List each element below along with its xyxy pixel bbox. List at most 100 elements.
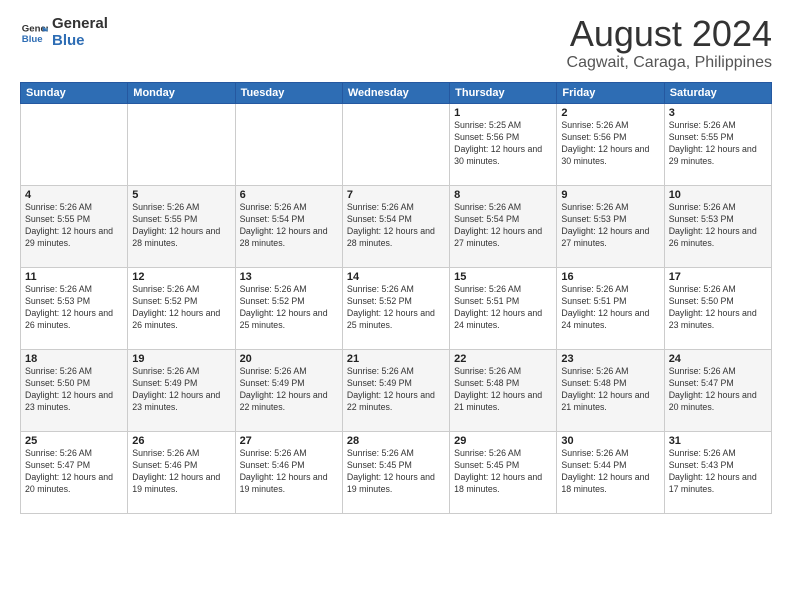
calendar-cell: 22Sunrise: 5:26 AM Sunset: 5:48 PM Dayli… (450, 350, 557, 432)
calendar-header: Sunday Monday Tuesday Wednesday Thursday… (21, 83, 772, 104)
day-number: 28 (347, 435, 445, 447)
calendar-cell: 18Sunrise: 5:26 AM Sunset: 5:50 PM Dayli… (21, 350, 128, 432)
day-info: Sunrise: 5:26 AM Sunset: 5:54 PM Dayligh… (347, 202, 445, 250)
day-info: Sunrise: 5:26 AM Sunset: 5:53 PM Dayligh… (669, 202, 767, 250)
title-block: August 2024 Cagwait, Caraga, Philippines (567, 16, 772, 72)
logo: General Blue General Blue (20, 16, 108, 49)
day-info: Sunrise: 5:26 AM Sunset: 5:53 PM Dayligh… (25, 284, 123, 332)
logo-general: General (52, 16, 108, 33)
week-row-3: 18Sunrise: 5:26 AM Sunset: 5:50 PM Dayli… (21, 350, 772, 432)
calendar-cell: 16Sunrise: 5:26 AM Sunset: 5:51 PM Dayli… (557, 268, 664, 350)
calendar-cell: 30Sunrise: 5:26 AM Sunset: 5:44 PM Dayli… (557, 432, 664, 514)
calendar-cell: 1Sunrise: 5:25 AM Sunset: 5:56 PM Daylig… (450, 104, 557, 186)
col-tuesday: Tuesday (235, 83, 342, 104)
day-number: 3 (669, 107, 767, 119)
day-number: 2 (561, 107, 659, 119)
main-title: August 2024 (567, 16, 772, 52)
day-info: Sunrise: 5:26 AM Sunset: 5:47 PM Dayligh… (25, 448, 123, 496)
day-number: 26 (132, 435, 230, 447)
day-number: 15 (454, 271, 552, 283)
day-info: Sunrise: 5:26 AM Sunset: 5:47 PM Dayligh… (669, 366, 767, 414)
day-info: Sunrise: 5:26 AM Sunset: 5:55 PM Dayligh… (669, 120, 767, 168)
calendar-cell: 6Sunrise: 5:26 AM Sunset: 5:54 PM Daylig… (235, 186, 342, 268)
day-number: 27 (240, 435, 338, 447)
day-info: Sunrise: 5:26 AM Sunset: 5:48 PM Dayligh… (561, 366, 659, 414)
col-sunday: Sunday (21, 83, 128, 104)
day-number: 30 (561, 435, 659, 447)
svg-text:Blue: Blue (22, 33, 43, 44)
day-number: 9 (561, 189, 659, 201)
day-info: Sunrise: 5:26 AM Sunset: 5:44 PM Dayligh… (561, 448, 659, 496)
day-info: Sunrise: 5:26 AM Sunset: 5:51 PM Dayligh… (561, 284, 659, 332)
calendar-cell (21, 104, 128, 186)
day-info: Sunrise: 5:26 AM Sunset: 5:52 PM Dayligh… (132, 284, 230, 332)
day-info: Sunrise: 5:26 AM Sunset: 5:51 PM Dayligh… (454, 284, 552, 332)
calendar-cell: 29Sunrise: 5:26 AM Sunset: 5:45 PM Dayli… (450, 432, 557, 514)
calendar-cell: 8Sunrise: 5:26 AM Sunset: 5:54 PM Daylig… (450, 186, 557, 268)
day-number: 6 (240, 189, 338, 201)
calendar-cell: 2Sunrise: 5:26 AM Sunset: 5:56 PM Daylig… (557, 104, 664, 186)
day-info: Sunrise: 5:26 AM Sunset: 5:48 PM Dayligh… (454, 366, 552, 414)
calendar-cell: 19Sunrise: 5:26 AM Sunset: 5:49 PM Dayli… (128, 350, 235, 432)
calendar-cell: 12Sunrise: 5:26 AM Sunset: 5:52 PM Dayli… (128, 268, 235, 350)
calendar-cell: 14Sunrise: 5:26 AM Sunset: 5:52 PM Dayli… (342, 268, 449, 350)
calendar-cell: 11Sunrise: 5:26 AM Sunset: 5:53 PM Dayli… (21, 268, 128, 350)
subtitle: Cagwait, Caraga, Philippines (567, 54, 772, 72)
calendar-cell: 20Sunrise: 5:26 AM Sunset: 5:49 PM Dayli… (235, 350, 342, 432)
day-info: Sunrise: 5:26 AM Sunset: 5:55 PM Dayligh… (132, 202, 230, 250)
day-number: 19 (132, 353, 230, 365)
calendar-cell: 23Sunrise: 5:26 AM Sunset: 5:48 PM Dayli… (557, 350, 664, 432)
day-number: 12 (132, 271, 230, 283)
day-info: Sunrise: 5:26 AM Sunset: 5:50 PM Dayligh… (25, 366, 123, 414)
calendar-cell: 7Sunrise: 5:26 AM Sunset: 5:54 PM Daylig… (342, 186, 449, 268)
calendar-body: 1Sunrise: 5:25 AM Sunset: 5:56 PM Daylig… (21, 104, 772, 514)
day-number: 25 (25, 435, 123, 447)
calendar-cell: 21Sunrise: 5:26 AM Sunset: 5:49 PM Dayli… (342, 350, 449, 432)
day-info: Sunrise: 5:26 AM Sunset: 5:54 PM Dayligh… (454, 202, 552, 250)
day-number: 4 (25, 189, 123, 201)
logo-blue: Blue (52, 33, 108, 50)
day-info: Sunrise: 5:26 AM Sunset: 5:56 PM Dayligh… (561, 120, 659, 168)
day-number: 21 (347, 353, 445, 365)
col-monday: Monday (128, 83, 235, 104)
day-number: 22 (454, 353, 552, 365)
day-info: Sunrise: 5:26 AM Sunset: 5:43 PM Dayligh… (669, 448, 767, 496)
day-number: 24 (669, 353, 767, 365)
day-number: 1 (454, 107, 552, 119)
calendar-cell: 25Sunrise: 5:26 AM Sunset: 5:47 PM Dayli… (21, 432, 128, 514)
day-number: 5 (132, 189, 230, 201)
calendar-cell: 28Sunrise: 5:26 AM Sunset: 5:45 PM Dayli… (342, 432, 449, 514)
calendar-cell: 9Sunrise: 5:26 AM Sunset: 5:53 PM Daylig… (557, 186, 664, 268)
day-info: Sunrise: 5:26 AM Sunset: 5:55 PM Dayligh… (25, 202, 123, 250)
col-wednesday: Wednesday (342, 83, 449, 104)
day-number: 20 (240, 353, 338, 365)
day-number: 13 (240, 271, 338, 283)
day-info: Sunrise: 5:26 AM Sunset: 5:52 PM Dayligh… (347, 284, 445, 332)
day-info: Sunrise: 5:25 AM Sunset: 5:56 PM Dayligh… (454, 120, 552, 168)
calendar-cell (235, 104, 342, 186)
calendar-cell: 4Sunrise: 5:26 AM Sunset: 5:55 PM Daylig… (21, 186, 128, 268)
calendar-cell: 31Sunrise: 5:26 AM Sunset: 5:43 PM Dayli… (664, 432, 771, 514)
day-number: 16 (561, 271, 659, 283)
calendar-cell: 5Sunrise: 5:26 AM Sunset: 5:55 PM Daylig… (128, 186, 235, 268)
calendar-cell: 27Sunrise: 5:26 AM Sunset: 5:46 PM Dayli… (235, 432, 342, 514)
day-number: 31 (669, 435, 767, 447)
calendar-cell (128, 104, 235, 186)
calendar-cell: 10Sunrise: 5:26 AM Sunset: 5:53 PM Dayli… (664, 186, 771, 268)
col-saturday: Saturday (664, 83, 771, 104)
week-row-2: 11Sunrise: 5:26 AM Sunset: 5:53 PM Dayli… (21, 268, 772, 350)
day-info: Sunrise: 5:26 AM Sunset: 5:52 PM Dayligh… (240, 284, 338, 332)
calendar-cell: 15Sunrise: 5:26 AM Sunset: 5:51 PM Dayli… (450, 268, 557, 350)
day-info: Sunrise: 5:26 AM Sunset: 5:46 PM Dayligh… (240, 448, 338, 496)
day-info: Sunrise: 5:26 AM Sunset: 5:50 PM Dayligh… (669, 284, 767, 332)
calendar-cell: 13Sunrise: 5:26 AM Sunset: 5:52 PM Dayli… (235, 268, 342, 350)
day-number: 18 (25, 353, 123, 365)
calendar-cell: 24Sunrise: 5:26 AM Sunset: 5:47 PM Dayli… (664, 350, 771, 432)
week-row-0: 1Sunrise: 5:25 AM Sunset: 5:56 PM Daylig… (21, 104, 772, 186)
calendar-cell (342, 104, 449, 186)
day-info: Sunrise: 5:26 AM Sunset: 5:45 PM Dayligh… (347, 448, 445, 496)
day-info: Sunrise: 5:26 AM Sunset: 5:54 PM Dayligh… (240, 202, 338, 250)
day-number: 14 (347, 271, 445, 283)
logo-icon: General Blue (20, 19, 48, 47)
header: General Blue General Blue August 2024 Ca… (20, 16, 772, 72)
